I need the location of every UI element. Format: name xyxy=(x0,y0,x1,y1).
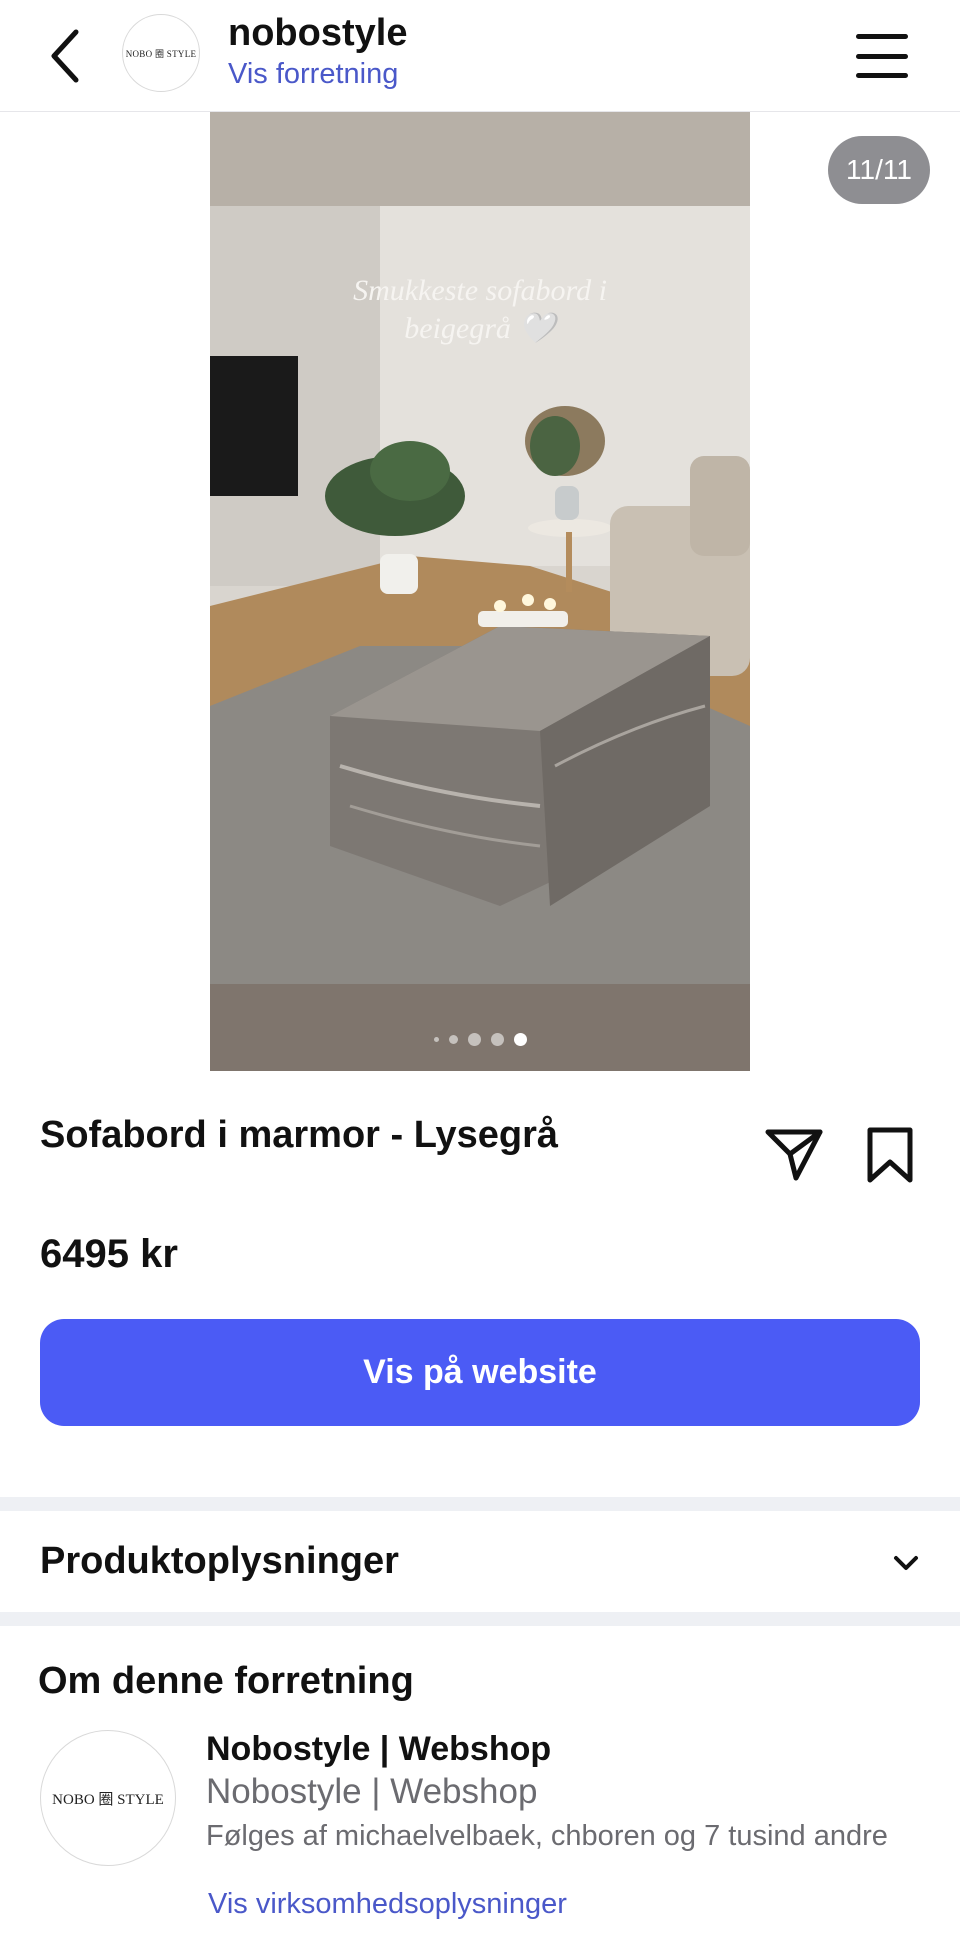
product-details-title: Produktoplysninger xyxy=(40,1540,399,1582)
about-shop-title: Om denne forretning xyxy=(38,1660,414,1702)
image-pager-dots xyxy=(210,1033,750,1046)
business-name[interactable]: Nobostyle | Webshop xyxy=(206,1730,551,1769)
chevron-down-icon xyxy=(894,1556,918,1570)
business-avatar[interactable]: NOBO 圈 STYLE xyxy=(40,1730,176,1866)
shop-name[interactable]: nobostyle xyxy=(228,12,407,55)
product-price: 6495 kr xyxy=(40,1232,178,1276)
image-top-band xyxy=(210,112,750,206)
pager-dot xyxy=(467,1033,481,1046)
business-info-link[interactable]: Vis virksomhedsoplysninger xyxy=(208,1888,567,1921)
product-details-row[interactable]: Produktoplysninger xyxy=(0,1512,960,1612)
share-button[interactable] xyxy=(762,1124,826,1184)
pager-dot xyxy=(448,1035,458,1044)
photo-caption: Smukkeste sofabord i beigegrå 🤍 xyxy=(210,272,750,348)
section-divider xyxy=(0,1612,960,1626)
top-bar: NOBO 圈 STYLE nobostyle Vis forretning xyxy=(0,0,960,112)
image-counter-badge: 11/11 xyxy=(828,136,930,204)
share-icon xyxy=(765,1129,823,1181)
business-logo-text: NOBO 圈 STYLE xyxy=(52,1791,164,1808)
back-arrow-icon xyxy=(51,29,79,83)
pager-dot xyxy=(490,1033,504,1046)
back-button[interactable] xyxy=(40,26,90,86)
shop-avatar[interactable]: NOBO 圈 STYLE xyxy=(122,14,200,92)
shop-logo-text: NOBO 圈 STYLE xyxy=(125,48,197,59)
bookmark-icon xyxy=(867,1127,913,1183)
menu-icon[interactable] xyxy=(850,30,914,82)
view-shop-link[interactable]: Vis forretning xyxy=(228,58,398,91)
photo-caption-line-1: Smukkeste sofabord i xyxy=(353,274,607,307)
save-button[interactable] xyxy=(862,1126,918,1186)
business-subtitle: Nobostyle | Webshop xyxy=(206,1772,538,1811)
view-on-website-button[interactable]: Vis på website xyxy=(40,1319,920,1426)
pager-dot xyxy=(433,1037,439,1042)
product-image[interactable]: Smukkeste sofabord i beigegrå 🤍 xyxy=(210,112,750,1071)
pager-dot-active xyxy=(513,1033,527,1046)
product-title: Sofabord i marmor - Lysegrå xyxy=(40,1114,559,1156)
image-bottom-band xyxy=(210,984,750,1071)
section-divider xyxy=(0,1497,960,1511)
photo-caption-line-2: beigegrå 🤍 xyxy=(404,312,556,345)
followers-text: Følges af michaelvelbaek, chboren og 7 t… xyxy=(206,1820,888,1852)
